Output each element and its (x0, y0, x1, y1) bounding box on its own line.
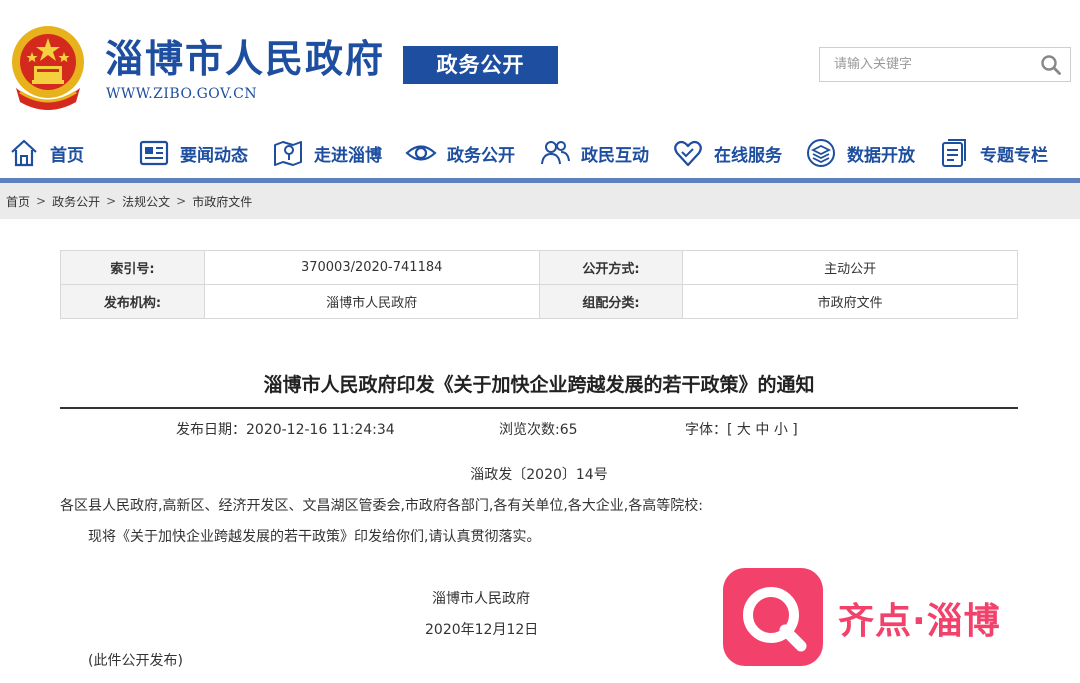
document-title: 淄博市人民政府印发《关于加快企业跨越发展的若干政策》的通知 (263, 374, 815, 396)
map-icon (274, 141, 302, 166)
issuer-value: 淄博市人民政府 (203, 284, 540, 319)
document-sign-date: 2020年12月12日 (425, 622, 539, 638)
nav-label: 数据开放 (847, 145, 915, 166)
heart-icon (674, 140, 702, 167)
layers-icon (807, 139, 835, 167)
q-logo-icon (743, 587, 807, 652)
breadcrumb-gov-affairs[interactable]: 政务公开 (52, 193, 100, 210)
main-nav: 首页 要闻动态 走进淄博 政务公开 政民互动 在线服务 数据开放 专题专栏 (0, 130, 1080, 176)
table-row: 索引号: 370003/2020-741184 公开方式: 主动公开 (60, 250, 1018, 285)
nav-item-open-data[interactable]: 数据开放 (805, 130, 915, 176)
nav-label: 要闻动态 (180, 145, 248, 166)
publish-date: 发布日期：2020-12-16 11:24:34 (176, 422, 395, 438)
people-icon (541, 141, 570, 165)
category-label: 组配分类: (538, 284, 684, 319)
nav-label: 走进淄博 (314, 145, 382, 166)
view-count: 浏览次数:65 (499, 422, 578, 438)
font-large-button[interactable]: 大 (737, 422, 751, 438)
search-box (819, 47, 1071, 82)
news-icon (139, 140, 169, 166)
title-divider (60, 407, 1018, 409)
document-body: 现将《关于加快企业跨越发展的若干政策》印发给你们,请认真贯彻落实。 (88, 529, 541, 545)
breadcrumb-regulations[interactable]: 法规公文 (122, 193, 170, 210)
release-note: (此件公开发布) (88, 653, 183, 669)
search-icon[interactable] (1040, 54, 1062, 76)
site-url: WWW.ZIBO.GOV.CN (106, 86, 258, 102)
breadcrumb-separator: > (176, 194, 187, 208)
nav-item-gov-affairs[interactable]: 政务公开 (405, 130, 515, 176)
document-signer: 淄博市人民政府 (432, 591, 530, 607)
nav-label: 在线服务 (714, 145, 782, 166)
home-icon (11, 139, 37, 167)
breadcrumb-separator: > (106, 194, 117, 208)
nav-item-about[interactable]: 走进淄博 (272, 130, 382, 176)
watermark-text: 齐点·淄博 (838, 601, 1001, 642)
index-value: 370003/2020-741184 (203, 250, 540, 285)
document-info-table: 索引号: 370003/2020-741184 公开方式: 主动公开 发布机构:… (60, 250, 1018, 319)
watermark-logo (723, 568, 823, 666)
nav-label: 首页 (50, 145, 84, 166)
index-label: 索引号: (60, 250, 205, 285)
nav-label: 政务公开 (447, 145, 515, 166)
font-size-label: 字体：[ (685, 422, 733, 438)
document-icon (942, 139, 966, 167)
breadcrumb-city-docs[interactable]: 市政府文件 (192, 193, 252, 210)
section-badge[interactable]: 政务公开 (403, 46, 558, 84)
national-emblem-icon (12, 26, 84, 110)
category-value: 市政府文件 (682, 284, 1018, 319)
site-header: 淄博市人民政府 WWW.ZIBO.GOV.CN 政务公开 (0, 0, 1080, 122)
search-input[interactable] (820, 48, 1030, 81)
font-size-control: 字体：[ 大 中 小 ] (685, 419, 798, 439)
site-title[interactable]: 淄博市人民政府 (105, 36, 385, 82)
document-number: 淄政发〔2020〕14号 (470, 467, 608, 483)
table-row: 发布机构: 淄博市人民政府 组配分类: 市政府文件 (60, 284, 1018, 319)
publish-mode-value: 主动公开 (682, 250, 1018, 285)
font-size-bracket: ] (792, 422, 798, 438)
nav-label: 政民互动 (581, 145, 649, 166)
nav-item-home[interactable]: 首页 (8, 130, 84, 176)
breadcrumb: 首页 > 政务公开 > 法规公文 > 市政府文件 (0, 183, 1080, 219)
publish-mode-label: 公开方式: (538, 250, 684, 285)
font-medium-button[interactable]: 中 (755, 422, 769, 438)
issuer-label: 发布机构: (60, 284, 205, 319)
nav-item-interaction[interactable]: 政民互动 (539, 130, 649, 176)
nav-item-news[interactable]: 要闻动态 (138, 130, 248, 176)
nav-item-topics[interactable]: 专题专栏 (938, 130, 1048, 176)
breadcrumb-home[interactable]: 首页 (6, 193, 30, 210)
document-recipients: 各区县人民政府,高新区、经济开发区、文昌湖区管委会,市政府各部门,各有关单位,各… (60, 498, 703, 514)
breadcrumb-separator: > (36, 194, 47, 208)
nav-label: 专题专栏 (980, 145, 1048, 166)
eye-icon (405, 145, 437, 161)
font-small-button[interactable]: 小 (774, 422, 788, 438)
nav-item-online-service[interactable]: 在线服务 (672, 130, 782, 176)
